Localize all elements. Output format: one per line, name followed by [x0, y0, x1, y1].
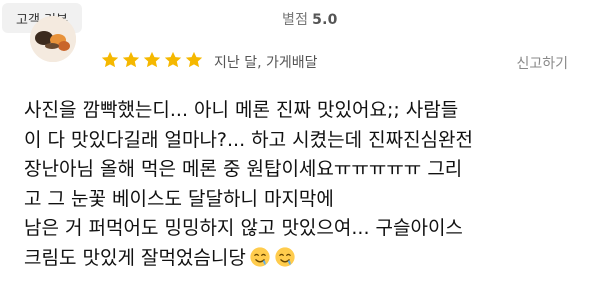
- review-text-line: 크림도 맛있게 잘먹었슴니당: [24, 246, 246, 269]
- report-button[interactable]: 신고하기: [516, 53, 568, 73]
- rating-summary-label: 별점: [282, 12, 309, 28]
- drooling-face-icon: [250, 246, 270, 267]
- star-rating: [100, 50, 204, 70]
- star-icon: [101, 51, 119, 68]
- avatar-image: [30, 16, 76, 62]
- review-text-last-line: 크림도 맛있게 잘먹었슴니당: [24, 244, 584, 274]
- review-text: 사진을 깜빡했는디... 아니 메론 진짜 맛있어요;; 사람들 이 다 맛있다…: [24, 96, 584, 273]
- drooling-face-icon: [275, 246, 295, 267]
- star-icon: [122, 51, 140, 68]
- rating-summary: 별점 5.0: [282, 9, 338, 29]
- review-text-line: 사진을 깜빡했는디... 아니 메론 진짜 맛있어요;; 사람들: [24, 99, 459, 121]
- review-text-line: 이 다 맛있다길래 얼마나?... 하고 시켰는데 진짜진심완전: [24, 128, 474, 151]
- review-meta: 지난 달, 가게배달: [214, 55, 318, 71]
- avatar[interactable]: [30, 16, 76, 62]
- star-icon: [143, 51, 161, 68]
- emoji-group: [246, 246, 296, 269]
- star-icon: [164, 51, 182, 68]
- review-text-line: 남은 거 퍼먹어도 밍밍하지 않고 맛있으여... 구슬아이스: [24, 217, 463, 239]
- review-card: 고객 리뷰 별점5.0 지난 달, 가게배달 신고하기 사진을 깜빡했는디...…: [0, 0, 600, 300]
- star-icon: [185, 51, 203, 68]
- review-text-line: 고 그 눈꽃 베이스도 달달하니 마지막에: [24, 187, 334, 210]
- review-text-line: 장난아님 올해 먹은 메론 중 원탑이세요ㅠㅠㅠㅠㅠ 그리: [24, 158, 463, 180]
- rating-summary-value: 5.0: [312, 12, 338, 28]
